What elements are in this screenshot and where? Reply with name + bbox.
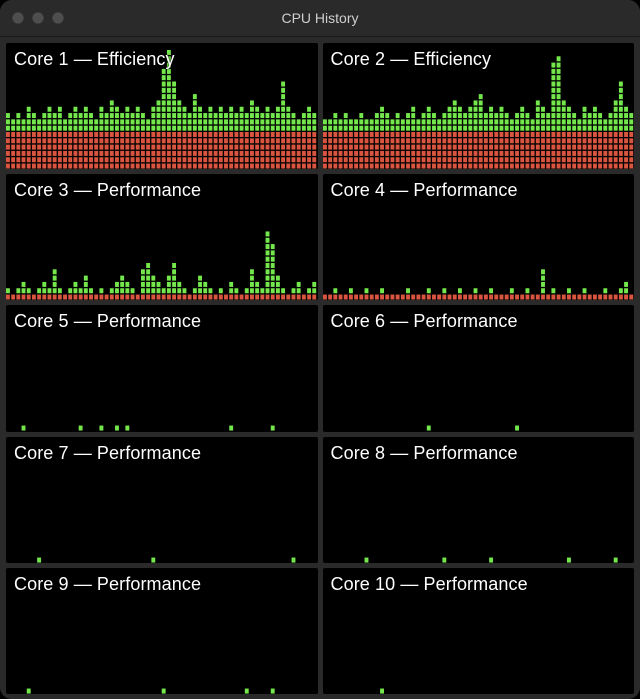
cpu-bars — [6, 437, 318, 563]
cpu-bars — [6, 43, 318, 169]
cpu-bars — [323, 568, 635, 694]
close-icon[interactable] — [12, 12, 24, 24]
core-panel: Core 8 — Performance — [323, 437, 635, 563]
core-panel: Core 7 — Performance — [6, 437, 318, 563]
window-controls[interactable] — [12, 0, 64, 36]
cpu-bars — [6, 174, 318, 300]
minimize-icon[interactable] — [32, 12, 44, 24]
window-title: CPU History — [281, 10, 358, 26]
zoom-icon[interactable] — [52, 12, 64, 24]
cpu-history-window: CPU History Core 1 — EfficiencyCore 2 — … — [0, 0, 640, 699]
core-panel: Core 9 — Performance — [6, 568, 318, 694]
cpu-bars — [6, 568, 318, 694]
core-panel: Core 4 — Performance — [323, 174, 635, 300]
cpu-bars — [6, 305, 318, 431]
core-panel: Core 1 — Efficiency — [6, 43, 318, 169]
cpu-bars — [323, 305, 635, 431]
core-panel: Core 5 — Performance — [6, 305, 318, 431]
core-panel: Core 3 — Performance — [6, 174, 318, 300]
cpu-bars — [323, 43, 635, 169]
core-grid: Core 1 — EfficiencyCore 2 — EfficiencyCo… — [0, 37, 640, 699]
cpu-bars — [323, 174, 635, 300]
core-panel: Core 2 — Efficiency — [323, 43, 635, 169]
core-panel: Core 10 — Performance — [323, 568, 635, 694]
cpu-bars — [323, 437, 635, 563]
titlebar[interactable]: CPU History — [0, 0, 640, 37]
core-panel: Core 6 — Performance — [323, 305, 635, 431]
